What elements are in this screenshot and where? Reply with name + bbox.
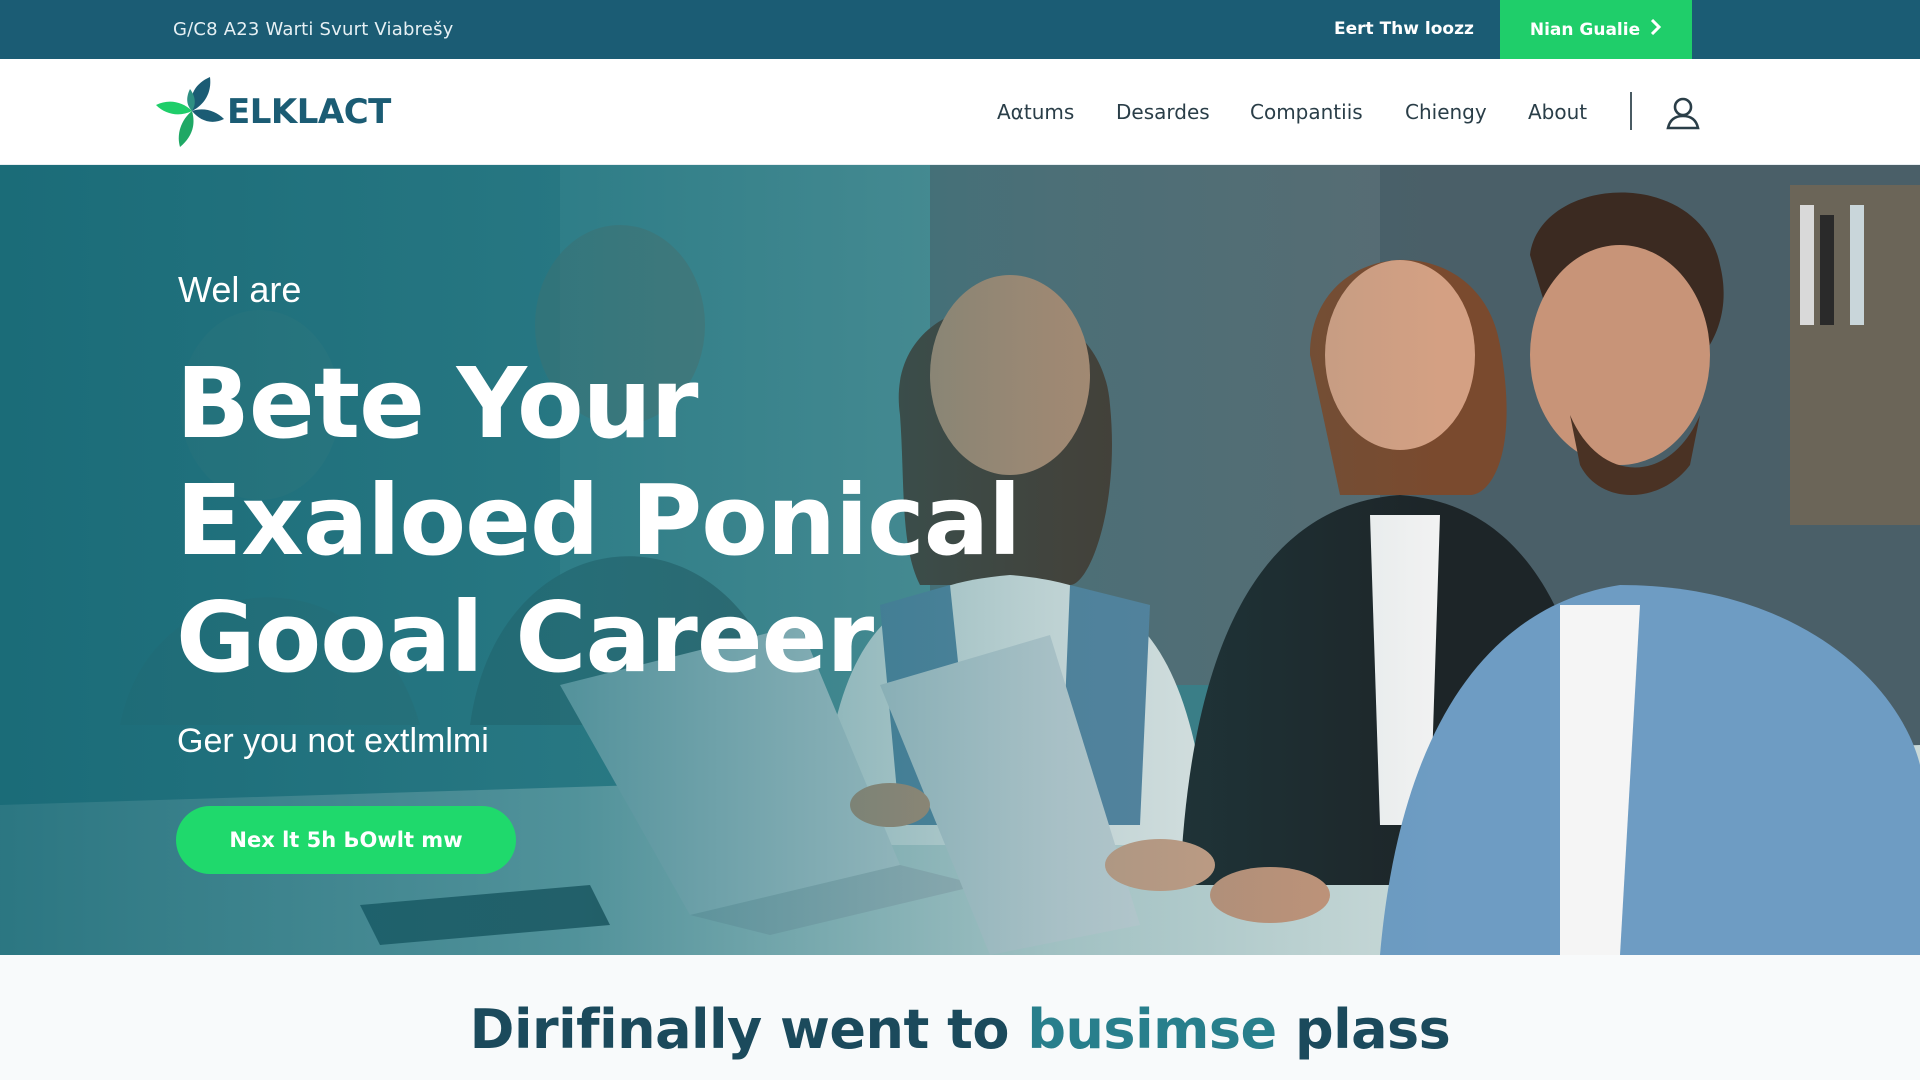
intro-section: Dirifinally went to busimse plass bbox=[0, 955, 1920, 1080]
nav-item-about[interactable]: About bbox=[1528, 100, 1587, 124]
chevron-right-icon bbox=[1650, 18, 1662, 40]
hero-section: Wel are Bete Your Exaloed Ponical Gooal … bbox=[0, 165, 1920, 955]
section-heading-accent: busimse bbox=[1027, 998, 1277, 1061]
nav-item-4[interactable]: Chiengy bbox=[1405, 100, 1487, 124]
leaf-logo-icon[interactable] bbox=[152, 75, 232, 149]
top-bar-cta-button[interactable]: Nian Gualie bbox=[1500, 0, 1692, 59]
hero-title: Bete Your Exaloed Ponical Gooal Career bbox=[176, 345, 1021, 696]
top-bar-link[interactable]: Eert Thw loozz bbox=[1334, 19, 1474, 39]
section-heading-end: plass bbox=[1294, 998, 1451, 1061]
user-icon[interactable] bbox=[1664, 95, 1702, 131]
brand-name[interactable]: ELKLACT bbox=[227, 92, 391, 132]
hero-eyebrow: Wel are bbox=[178, 269, 302, 310]
hero-cta-button[interactable]: Nex lt 5h ЬOwlt mw bbox=[176, 806, 516, 874]
nav-item-3[interactable]: Compantiis bbox=[1250, 100, 1363, 124]
main-navbar: ELKLACT Aαtums Desardes Compantiis Chien… bbox=[0, 59, 1920, 165]
section-heading: Dirifinally went to busimse plass bbox=[0, 998, 1920, 1061]
top-bar-contact-text: G/C8 A23 Warti Svurt Viabrešy bbox=[173, 19, 454, 40]
hero-title-line-2: Exaloed Ponical bbox=[176, 464, 1021, 577]
hero-subtitle: Ger you not extlmlmi bbox=[177, 722, 489, 760]
top-bar: G/C8 A23 Warti Svurt Viabrešy Eert Thw l… bbox=[0, 0, 1920, 59]
hero-title-line-3: Gooal Career bbox=[176, 581, 874, 694]
nav-divider bbox=[1630, 92, 1632, 130]
nav-item-2[interactable]: Desardes bbox=[1116, 100, 1210, 124]
top-bar-cta-label: Nian Gualie bbox=[1529, 19, 1641, 40]
nav-item-1[interactable]: Aαtums bbox=[997, 100, 1074, 124]
section-heading-start: Dirifinally went to bbox=[469, 998, 1010, 1061]
hero-title-line-1: Bete Your bbox=[176, 347, 699, 460]
